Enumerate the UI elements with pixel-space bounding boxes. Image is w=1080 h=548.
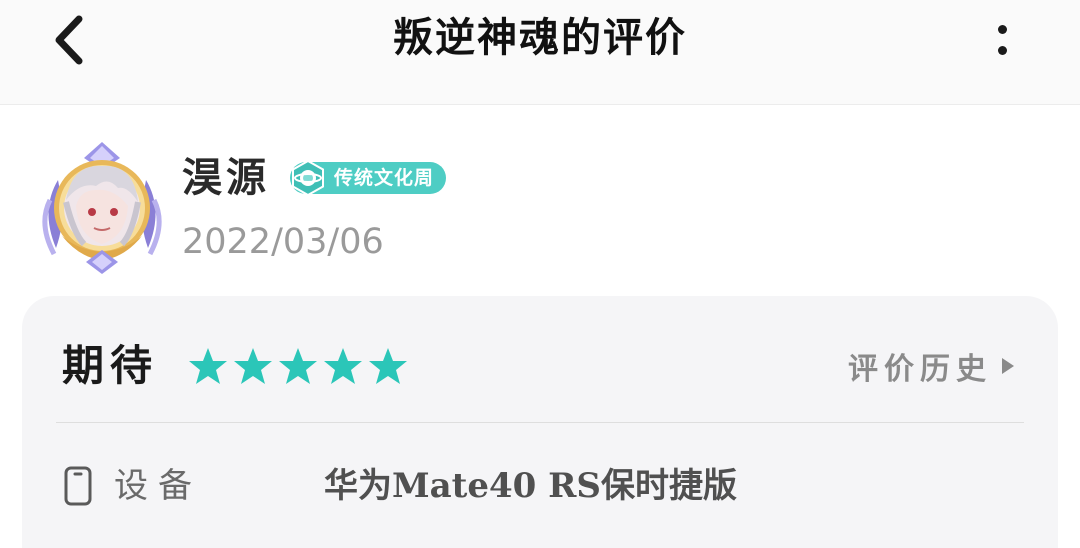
avatar[interactable] [36,140,168,274]
planet-badge-icon [292,160,324,196]
post-date: 2022/03/06 [182,222,384,262]
star-icon [369,348,407,384]
review-card: 期待 评价历史 设备 华为Mate40 RS保时捷版 [22,296,1058,548]
phone-icon [64,466,92,506]
rating-label: 期待 [62,341,159,390]
star-rating [188,346,408,386]
star-icon [324,348,362,384]
more-options-button[interactable] [978,14,1026,66]
page-title: 叛逆神魂的评价 [393,14,687,61]
badge-label: 传统文化周 [334,167,435,189]
rating-history-label: 评价历史 [848,352,992,387]
rating-history-link[interactable]: 评价历史 [848,344,1016,388]
star-icon [189,348,227,384]
triangle-right-icon [1002,358,1014,374]
more-vertical-icon [997,25,1007,34]
user-badge[interactable]: 传统文化周 [290,160,447,196]
device-value: 华为Mate40 RS保时捷版 [324,466,737,506]
divider [56,422,1024,423]
avatar-frame-icon [42,142,162,274]
top-app-bar: 叛逆神魂的评价 [0,0,1080,105]
star-icon [279,348,317,384]
star-icon [234,348,272,384]
device-label: 设备 [114,466,202,506]
user-name[interactable]: 淏源 [182,150,270,206]
more-vertical-icon-dot [997,46,1007,55]
